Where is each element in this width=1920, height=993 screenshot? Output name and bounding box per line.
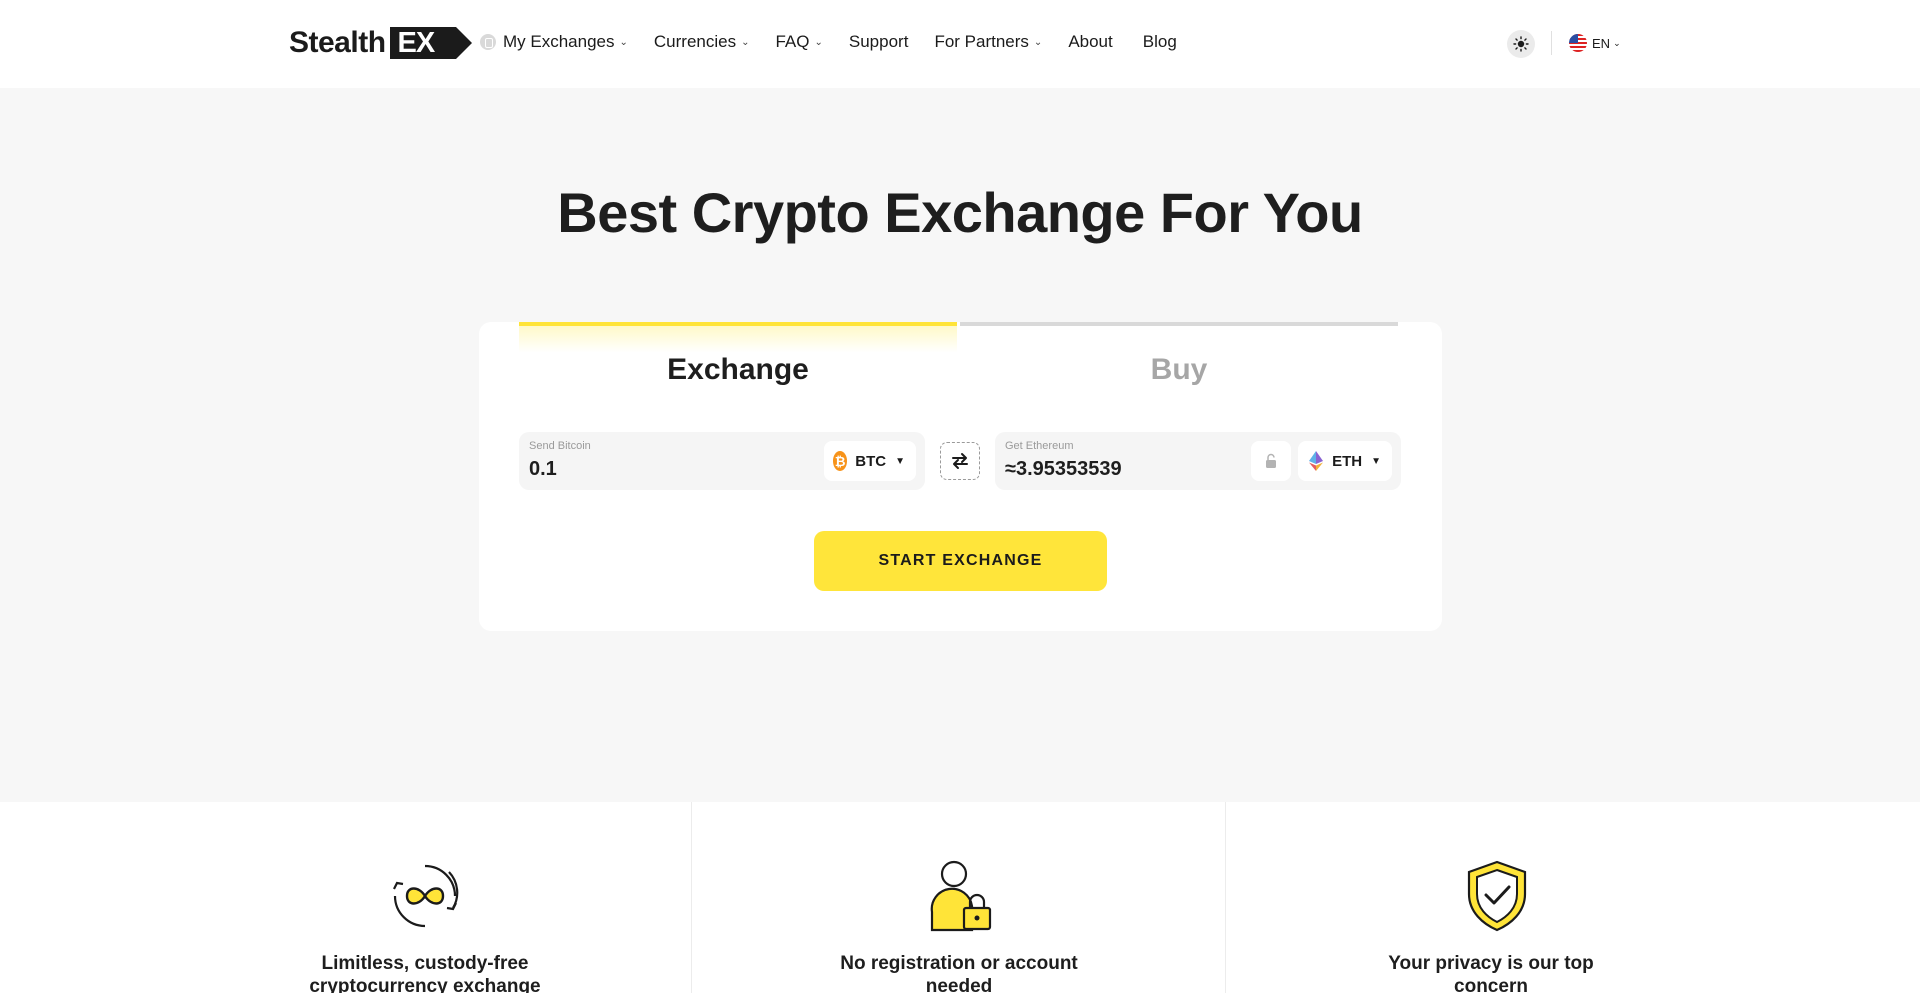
features-section: Limitless, custody-free cryptocurrency e… xyxy=(0,802,1920,993)
shield-check-icon xyxy=(1467,860,1527,932)
send-label: Send Bitcoin xyxy=(529,440,591,452)
lock-badge-icon xyxy=(480,34,496,50)
infinity-exchange-icon xyxy=(393,864,459,928)
get-label: Get Ethereum xyxy=(1005,440,1074,452)
nav-blog[interactable]: Blog xyxy=(1143,32,1177,52)
swap-arrows-icon xyxy=(952,453,968,469)
nav-for-partners[interactable]: For Partners ⌄ xyxy=(934,32,1042,52)
tab-buy[interactable]: Buy xyxy=(960,322,1398,392)
feature-privacy: Your privacy is our top concern xyxy=(1226,802,1920,993)
get-currency-select[interactable]: ETH ▼ xyxy=(1298,441,1392,481)
chevron-down-icon: ⌄ xyxy=(619,36,628,48)
logo-badge: EX xyxy=(389,27,472,59)
feature-title: No registration or account needed xyxy=(840,953,1078,993)
send-currency-select[interactable]: ₿ BTC ▼ xyxy=(824,441,916,481)
exchange-widget: Exchange Buy Send Bitcoin 0.1 ₿ BTC ▼ Ge… xyxy=(479,322,1442,631)
feature-no-registration: No registration or account needed xyxy=(692,802,1226,993)
feature-title: Your privacy is our top concern xyxy=(1388,953,1594,993)
feature-title: Limitless, custody-free cryptocurrency e… xyxy=(309,953,541,993)
start-exchange-button[interactable]: START EXCHANGE xyxy=(814,531,1107,591)
caret-down-icon: ▼ xyxy=(895,455,905,467)
caret-down-icon: ▼ xyxy=(1371,455,1381,467)
nav-my-exchanges[interactable]: My Exchanges ⌄ xyxy=(480,32,628,52)
bitcoin-icon: ₿ xyxy=(833,451,848,471)
send-amount-input[interactable]: 0.1 xyxy=(529,458,557,481)
fixed-rate-lock-button[interactable] xyxy=(1251,441,1291,481)
header-divider xyxy=(1551,31,1552,55)
logo-text: Stealth xyxy=(289,26,386,59)
logo[interactable]: Stealth EX xyxy=(289,26,472,60)
nav-about[interactable]: About xyxy=(1068,32,1112,52)
tab-exchange[interactable]: Exchange xyxy=(519,322,957,392)
lock-icon xyxy=(1266,453,1276,468)
language-selector[interactable]: EN ⌄ xyxy=(1569,34,1621,52)
nav-support[interactable]: Support xyxy=(849,32,909,52)
chevron-down-icon: ⌄ xyxy=(814,36,823,48)
send-amount-field[interactable]: Send Bitcoin 0.1 ₿ BTC ▼ xyxy=(519,432,925,490)
us-flag-icon xyxy=(1569,34,1587,52)
user-lock-icon xyxy=(930,860,992,932)
feature-custody-free: Limitless, custody-free cryptocurrency e… xyxy=(0,802,692,993)
nav-faq[interactable]: FAQ ⌄ xyxy=(775,32,822,52)
theme-toggle-button[interactable] xyxy=(1507,30,1535,58)
chevron-down-icon: ⌄ xyxy=(1613,37,1621,48)
chevron-down-icon: ⌄ xyxy=(1033,36,1043,48)
chevron-down-icon: ⌄ xyxy=(741,36,750,48)
get-amount-field[interactable]: Get Ethereum ≈3.95353539 ETH ▼ xyxy=(995,432,1401,490)
sun-icon xyxy=(1513,36,1529,52)
ethereum-icon xyxy=(1307,451,1324,471)
nav-currencies[interactable]: Currencies ⌄ xyxy=(654,32,750,52)
page-title: Best Crypto Exchange For You xyxy=(557,181,1363,244)
swap-currencies-button[interactable] xyxy=(940,442,980,480)
main-nav: My Exchanges ⌄ Currencies ⌄ FAQ ⌄ Suppor… xyxy=(480,32,1203,52)
get-amount-value: ≈3.95353539 xyxy=(1005,458,1122,480)
site-header: Stealth EX My Exchanges ⌄ Currencies ⌄ F… xyxy=(0,0,1920,88)
